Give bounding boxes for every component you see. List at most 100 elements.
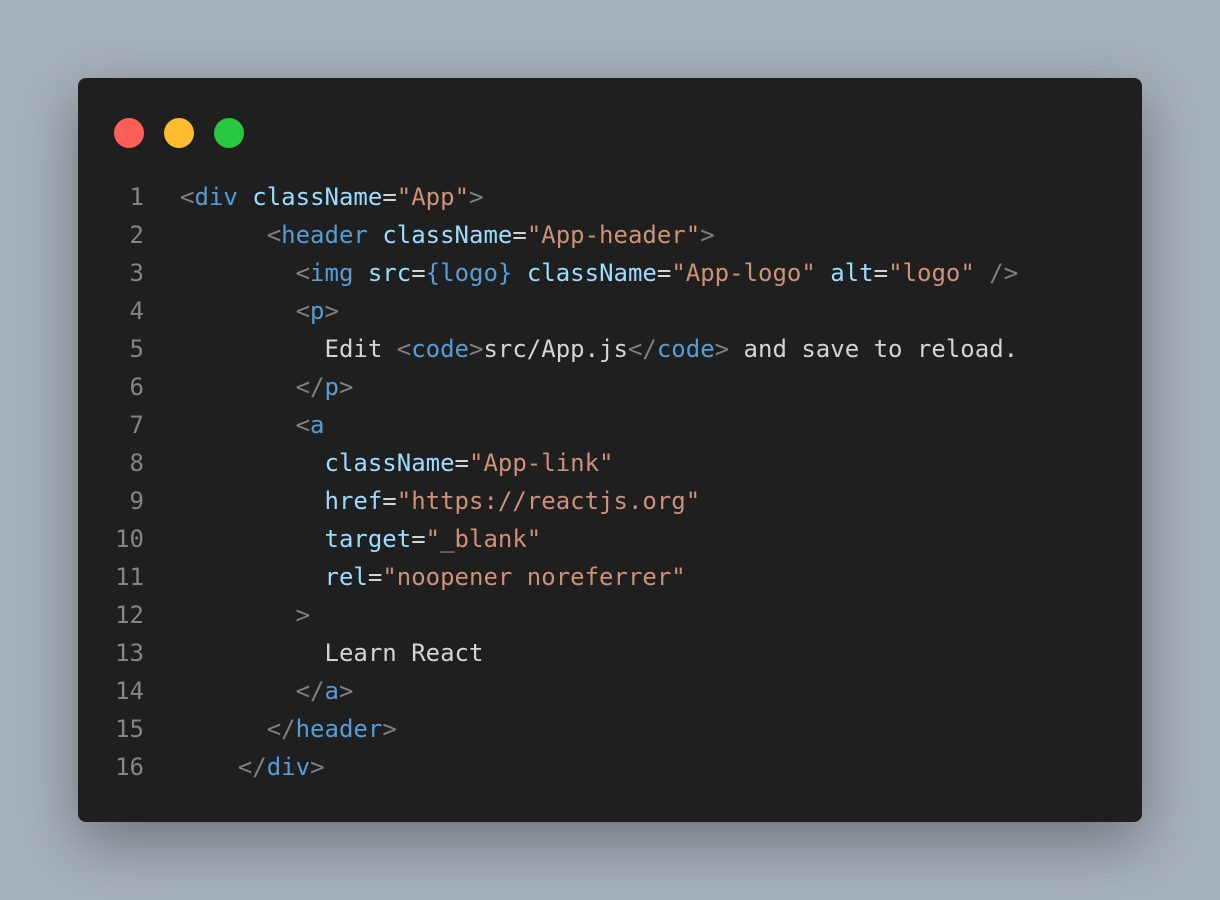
code-token-string: "App-link" xyxy=(469,449,614,477)
code-token-punct: > xyxy=(469,335,484,363)
code-token-punct: </ xyxy=(237,753,267,781)
code-line: 4 <p> xyxy=(78,292,1142,330)
code-token-punct: > xyxy=(469,183,484,211)
line-number: 2 xyxy=(129,221,144,249)
code-token-text: = xyxy=(873,259,889,287)
code-line: 2 <header className="App-header"> xyxy=(78,216,1142,254)
code-token-attr: className xyxy=(382,221,513,249)
code-window: 1 <div className="App"> 2 <header classNam… xyxy=(78,78,1142,822)
code-token-punct: </ xyxy=(295,373,325,401)
code-line: 7 <a xyxy=(78,406,1142,444)
code-token-tag: p xyxy=(324,373,339,401)
code-token-tag: header xyxy=(281,221,368,249)
code-token-punct: > xyxy=(382,715,397,743)
code-token-attr: className xyxy=(324,449,455,477)
line-number: 5 xyxy=(129,335,144,363)
code-text: <div className="App"> xyxy=(180,178,483,216)
code-token-tag: div xyxy=(266,753,311,781)
line-number: 14 xyxy=(115,677,144,705)
code-line: 3 <img src={logo} className="App-logo" a… xyxy=(78,254,1142,292)
code-line: 9 href="https://reactjs.org" xyxy=(78,482,1142,520)
line-number: 8 xyxy=(129,449,144,477)
code-line: 15 </header> xyxy=(78,710,1142,748)
code-text: target="_blank" xyxy=(180,520,542,558)
code-token-tag: div xyxy=(194,183,238,211)
line-number: 11 xyxy=(115,563,144,591)
code-line: 11 rel="noopener noreferrer" xyxy=(78,558,1142,596)
code-line: 10 target="_blank" xyxy=(78,520,1142,558)
code-text: <p> xyxy=(180,292,339,330)
code-token-attr: alt xyxy=(830,259,874,287)
code-token-text: = xyxy=(382,487,397,515)
code-token-punct: < xyxy=(295,411,311,439)
code-token-punct: > xyxy=(310,753,325,781)
code-text: <a xyxy=(180,406,325,444)
code-token-tag: img xyxy=(310,259,354,287)
code-token-tag: a xyxy=(310,411,325,439)
code-token-punct: > xyxy=(338,677,354,705)
code-text: Edit <code>src/App.js</code> and save to… xyxy=(180,330,1019,368)
code-text: </div> xyxy=(180,748,325,786)
line-number: 10 xyxy=(115,525,144,553)
code-text: </p> xyxy=(180,368,354,406)
code-token-punct: /> xyxy=(989,259,1019,287)
code-line: 5 Edit <code>src/App.js</code> and save … xyxy=(78,330,1142,368)
code-text: <img src={logo} className="App-logo" alt… xyxy=(180,254,1019,292)
code-line: 1 <div className="App"> xyxy=(78,178,1142,216)
code-token-text: Edit xyxy=(324,335,397,363)
line-number: 15 xyxy=(115,715,144,743)
code-token-string: "App-logo" xyxy=(671,259,816,287)
code-token-punct: > xyxy=(714,335,730,363)
code-token-string: "App" xyxy=(396,183,470,211)
code-token-tag: p xyxy=(310,297,325,325)
code-token-punct: < xyxy=(396,335,412,363)
code-token-tag: a xyxy=(324,677,339,705)
code-token-punct: > xyxy=(324,297,339,325)
code-token-text: = xyxy=(656,259,672,287)
code-text: Learn React xyxy=(180,634,484,672)
close-dot-icon[interactable] xyxy=(114,118,144,148)
code-text: <header className="App-header"> xyxy=(180,216,715,254)
code-token-text: Learn React xyxy=(324,639,484,667)
code-token-punct: </ xyxy=(627,335,657,363)
code-token-attr: src xyxy=(367,259,412,287)
code-token-attr: href xyxy=(324,487,383,515)
line-number: 3 xyxy=(129,259,144,287)
code-token-string: "logo" xyxy=(888,259,975,287)
code-token-string: "_blank" xyxy=(425,525,542,553)
code-token-punct: < xyxy=(266,221,282,249)
code-text: </a> xyxy=(180,672,354,710)
code-text: </header> xyxy=(180,710,397,748)
code-token-punct: </ xyxy=(295,677,325,705)
line-number: 6 xyxy=(129,373,144,401)
code-token-attr: className xyxy=(526,259,657,287)
code-token-text: = xyxy=(411,525,426,553)
line-number: 1 xyxy=(129,183,144,211)
code-token-punct: > xyxy=(700,221,715,249)
minimize-dot-icon[interactable] xyxy=(164,118,194,148)
maximize-dot-icon[interactable] xyxy=(214,118,244,148)
code-token-punct: > xyxy=(295,601,311,629)
code-token-punct: < xyxy=(295,259,311,287)
code-line: 12 > xyxy=(78,596,1142,634)
code-token-punct: </ xyxy=(266,715,296,743)
code-token-text: and save to reload. xyxy=(729,335,1019,363)
code-block: 1 <div className="App"> 2 <header classNam… xyxy=(78,178,1142,786)
code-token-punct: < xyxy=(180,183,195,211)
code-token-tag: {logo} xyxy=(425,259,513,287)
code-token-text: = xyxy=(367,563,383,591)
code-token-string: "App-header" xyxy=(526,221,701,249)
code-line: 16 </div> xyxy=(78,748,1142,786)
code-token-text: = xyxy=(454,449,469,477)
